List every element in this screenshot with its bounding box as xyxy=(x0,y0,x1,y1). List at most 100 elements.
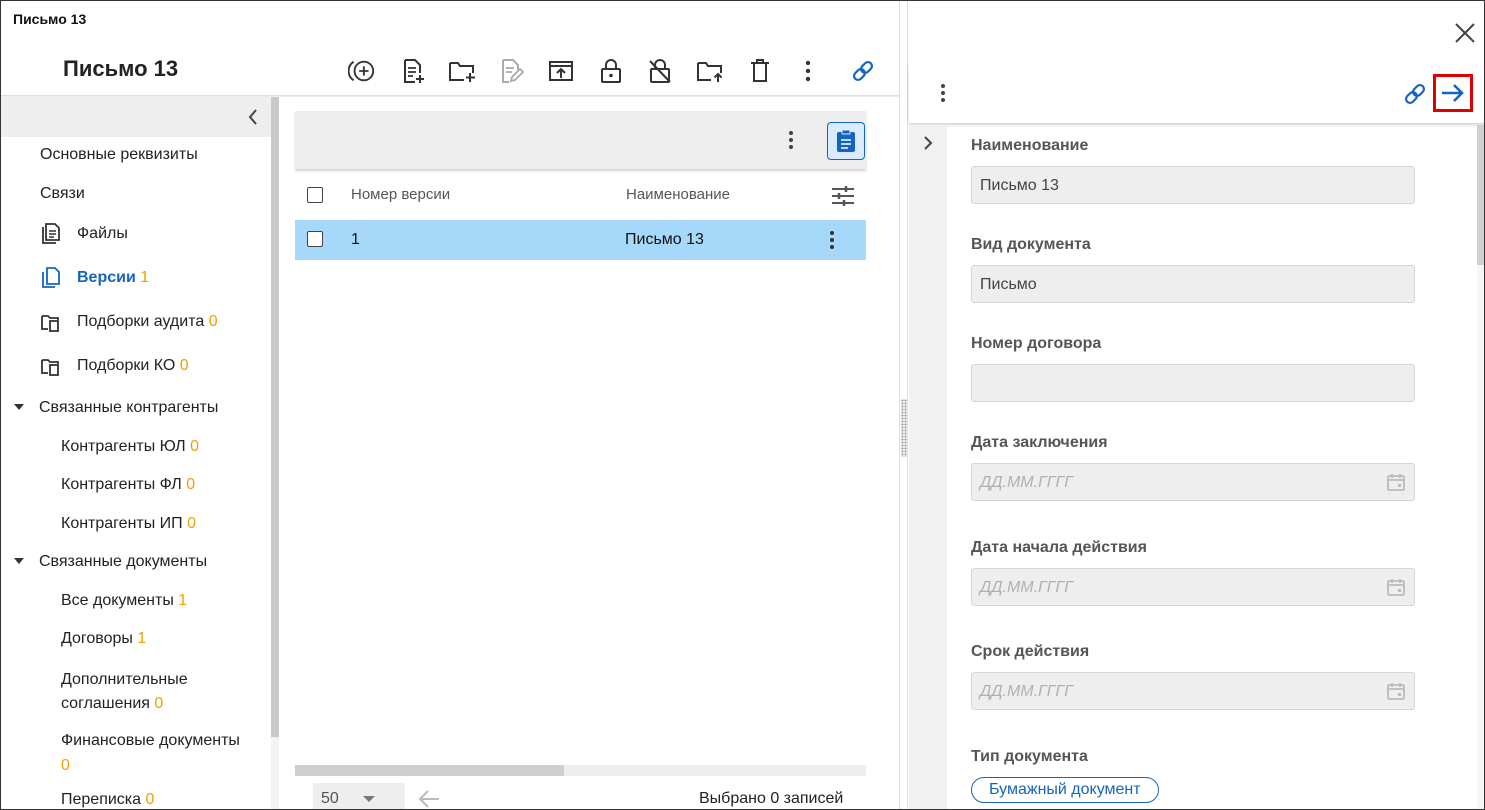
sidebar-item-ko[interactable]: Подборки КО 0 xyxy=(77,357,189,375)
close-icon[interactable] xyxy=(1453,21,1477,45)
table-cell-name: Письмо 13 xyxy=(625,231,704,248)
document-title: Письмо 13 xyxy=(63,56,179,81)
doc-type-field-value: Письмо xyxy=(980,276,1037,293)
sidebar-item-additional-agreements[interactable]: Дополнительные соглашения 0 xyxy=(61,668,188,716)
conclusion-date-placeholder: ДД.ММ.ГГГГ xyxy=(980,474,1073,491)
contract-number-field[interactable] xyxy=(971,364,1415,402)
caret-down-icon[interactable] xyxy=(11,553,27,569)
sidebar-item-contragents-ip[interactable]: Контрагенты ИП 0 xyxy=(61,515,196,533)
add-circle-icon[interactable] xyxy=(348,57,376,85)
conclusion-date-field[interactable]: ДД.ММ.ГГГГ xyxy=(971,463,1415,501)
field-label-contract-number: Номер договора xyxy=(971,335,1102,352)
upload-icon[interactable] xyxy=(547,57,575,85)
sidebar-item-links[interactable]: Связи xyxy=(40,185,85,203)
delete-icon[interactable] xyxy=(746,57,774,85)
window-title: Письмо 13 xyxy=(13,11,87,27)
name-field[interactable]: Письмо 13 xyxy=(971,166,1415,204)
sidebar-item-main-props[interactable]: Основные реквизиты xyxy=(40,146,198,164)
validity-placeholder: ДД.ММ.ГГГГ xyxy=(980,683,1073,700)
panel-more-icon[interactable] xyxy=(933,81,953,105)
panel-link-icon[interactable] xyxy=(1402,81,1428,107)
chevron-left-icon[interactable] xyxy=(241,105,265,129)
calendar-icon[interactable] xyxy=(1386,681,1406,701)
sidebar-item-correspondence[interactable]: Переписка 0 xyxy=(61,791,154,809)
grid-more-icon[interactable] xyxy=(781,128,801,152)
page-size-value: 50 xyxy=(321,790,339,807)
sidebar-item-contragents-ul[interactable]: Контрагенты ЮЛ 0 xyxy=(61,438,199,456)
add-file-icon[interactable] xyxy=(399,57,427,85)
sidebar-group-contragents[interactable]: Связанные контрагенты xyxy=(39,399,218,417)
sidebar-item-all-docs[interactable]: Все документы 1 xyxy=(61,592,187,610)
sidebar-item-count: 1 xyxy=(137,630,147,647)
arrow-right-icon xyxy=(1442,84,1464,102)
sidebar-item-label: Контрагенты ИП xyxy=(61,515,183,532)
sidebar-item-count: 1 xyxy=(178,592,188,609)
clipboard-icon xyxy=(837,129,855,152)
sidebar-item-count: 0 xyxy=(208,313,218,330)
sidebar-item-contragents-fl[interactable]: Контрагенты ФЛ 0 xyxy=(61,476,195,494)
table-hscroll-thumb[interactable] xyxy=(295,765,564,776)
sidebar-item-count: 0 xyxy=(61,757,70,774)
app-frame: Письмо 13 Письмо 13 Основные реквизиты С… xyxy=(0,0,1485,810)
field-label-doc-type: Вид документа xyxy=(971,236,1091,253)
select-all-checkbox[interactable] xyxy=(307,187,323,203)
table-row[interactable] xyxy=(295,220,866,260)
caret-down-icon[interactable] xyxy=(361,793,377,805)
lock-off-icon[interactable] xyxy=(646,57,674,85)
arrow-left-icon[interactable] xyxy=(417,788,441,809)
sidebar-item-label: Версии xyxy=(77,269,136,286)
edit-file-icon[interactable] xyxy=(497,57,525,85)
start-date-field[interactable]: ДД.ММ.ГГГГ xyxy=(971,568,1415,606)
sidebar-item-files[interactable]: Файлы xyxy=(77,225,128,243)
column-header-version[interactable]: Номер версии xyxy=(351,186,450,203)
panel-header xyxy=(909,1,1484,64)
start-date-placeholder: ДД.ММ.ГГГГ xyxy=(980,579,1073,596)
sidebar-item-count: 0 xyxy=(179,357,189,374)
collection-icon xyxy=(40,356,62,378)
row-checkbox[interactable] xyxy=(307,231,323,247)
chevron-right-icon[interactable] xyxy=(918,133,938,153)
open-full-button[interactable] xyxy=(1433,74,1473,112)
sidebar-item-financial-docs[interactable]: Финансовые документы 0 xyxy=(61,728,240,778)
sidebar-item-label: Файлы xyxy=(77,225,128,242)
folder-upload-icon[interactable] xyxy=(696,57,724,85)
table-cell-version: 1 xyxy=(351,231,360,248)
copy-icon xyxy=(40,267,62,289)
sidebar-item-versions[interactable]: Версии 1 xyxy=(77,269,149,287)
unlock-icon[interactable] xyxy=(597,57,625,85)
calendar-icon[interactable] xyxy=(1386,577,1406,597)
selection-status: Выбрано 0 записей xyxy=(699,790,844,807)
field-label-validity: Срок действия xyxy=(971,643,1090,660)
sidebar-scrollbar-thumb[interactable] xyxy=(271,97,279,737)
name-field-value: Письмо 13 xyxy=(980,177,1059,194)
clipboard-button[interactable] xyxy=(827,122,865,160)
sidebar-item-label: Подборки КО xyxy=(77,357,176,374)
sidebar-item-audit[interactable]: Подборки аудита 0 xyxy=(77,313,218,331)
doc-type-field[interactable]: Письмо xyxy=(971,265,1415,303)
more-icon[interactable] xyxy=(794,57,822,85)
validity-field[interactable]: ДД.ММ.ГГГГ xyxy=(971,672,1415,710)
column-settings-icon[interactable] xyxy=(831,184,855,208)
sidebar-item-label: Финансовые документы xyxy=(61,732,240,749)
add-folder-icon[interactable] xyxy=(448,57,476,85)
sidebar-group-documents[interactable]: Связанные документы xyxy=(39,553,207,571)
sidebar-item-label-line2: соглашения xyxy=(61,695,150,712)
sidebar-item-contracts[interactable]: Договоры 1 xyxy=(61,630,146,648)
link-icon[interactable] xyxy=(849,57,877,85)
sidebar-item-label: Контрагенты ЮЛ xyxy=(61,438,186,455)
field-label-doc-kind: Тип документа xyxy=(971,748,1088,765)
doc-kind-chip[interactable]: Бумажный документ xyxy=(971,777,1159,803)
sidebar-group-label: Связанные контрагенты xyxy=(39,399,219,416)
column-header-name[interactable]: Наименование xyxy=(626,186,730,203)
sidebar-item-count: 0 xyxy=(186,476,196,493)
splitter-grip-icon[interactable] xyxy=(901,399,907,457)
sidebar-item-label: Договоры xyxy=(61,630,133,647)
caret-down-icon[interactable] xyxy=(11,399,27,415)
sidebar-item-label: Все документы xyxy=(61,592,174,609)
sidebar-group-label: Связанные документы xyxy=(39,553,208,570)
panel-scrollbar-thumb[interactable] xyxy=(1477,125,1484,265)
calendar-icon[interactable] xyxy=(1386,472,1406,492)
sidebar-item-count: 0 xyxy=(190,438,199,455)
row-more-icon[interactable] xyxy=(822,228,842,252)
sidebar-header xyxy=(1,97,271,137)
